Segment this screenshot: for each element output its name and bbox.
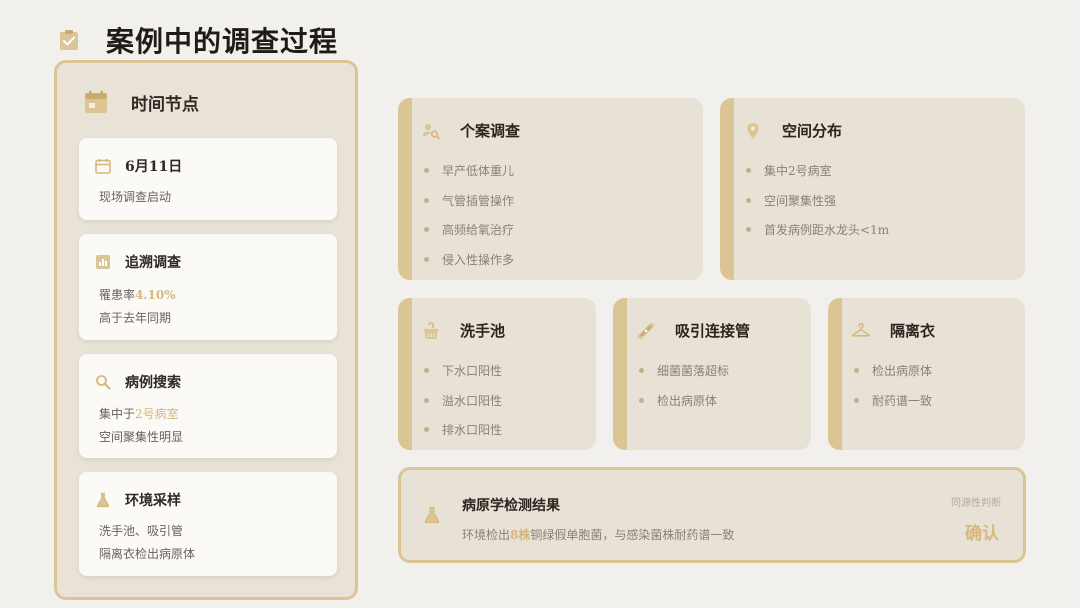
event-title: 病例搜索 — [125, 375, 181, 391]
list-item: 细菌菌落超标 — [639, 356, 729, 386]
timeline-title: 时间节点 — [131, 94, 199, 115]
event-line: 现场调查启动 — [99, 190, 172, 204]
event-line: 空间聚集性明显 — [99, 430, 184, 444]
event-title: 环境采样 — [125, 493, 181, 509]
person-search-icon — [422, 122, 440, 140]
card-title: 洗手池 — [460, 322, 506, 340]
result-panel: 病原学检测结果 环境检出8株铜绿假单胞菌，与感染菌株耐药谱一致 同源性判断 确认 — [398, 467, 1026, 563]
list-item: 早产低体重儿 — [424, 156, 514, 186]
accent-bar — [613, 298, 627, 450]
card-title: 个案调查 — [460, 122, 521, 140]
result-title: 病原学检测结果 — [462, 498, 560, 514]
list-item: 溢水口阳性 — [424, 386, 502, 416]
event-line: 罹患率4.10% — [99, 288, 176, 302]
list-item: 首发病例距水龙头<1m — [746, 215, 889, 245]
card-isolation-gown: 隔离衣 检出病原体 耐药谱一致 — [828, 298, 1025, 450]
card-title: 空间分布 — [782, 122, 843, 140]
page-title: 案例中的调查过程 — [106, 25, 339, 58]
list-item: 检出病原体 — [854, 356, 932, 386]
search-icon — [95, 374, 111, 390]
list-item: 高频给氧治疗 — [424, 215, 514, 245]
list-item: 空间聚集性强 — [746, 186, 889, 216]
accent-bar — [398, 298, 412, 450]
event-title: 追溯调查 — [125, 255, 181, 271]
verdict-value: 确认 — [965, 524, 999, 544]
timeline-header: 时间节点 — [83, 89, 199, 115]
card-list: 下水口阳性 溢水口阳性 排水口阳性 — [424, 356, 502, 445]
list-item: 集中2号病室 — [746, 156, 889, 186]
event-line: 集中于2号病室 — [99, 407, 179, 421]
tube-connector-icon — [637, 322, 655, 340]
incidence-rate-value: 4.10% — [135, 288, 176, 302]
event-card-search: 病例搜索 集中于2号病室 空间聚集性明显 — [79, 354, 337, 458]
event-line: 隔离衣检出病原体 — [99, 547, 196, 561]
card-list: 早产低体重儿 气管插管操作 高频给氧治疗 侵入性操作多 — [424, 156, 514, 274]
accent-bar — [720, 98, 734, 280]
event-card-sampling: 环境采样 洗手池、吸引管 隔离衣检出病原体 — [79, 472, 337, 576]
card-sink: 洗手池 下水口阳性 溢水口阳性 排水口阳性 — [398, 298, 596, 450]
sink-icon — [422, 321, 440, 340]
card-list: 集中2号病室 空间聚集性强 首发病例距水龙头<1m — [746, 156, 889, 245]
list-item: 气管插管操作 — [424, 186, 514, 216]
event-card-trace: 追溯调查 罹患率4.10% 高于去年同期 — [79, 234, 337, 340]
event-line: 洗手池、吸引管 — [99, 524, 184, 538]
room-highlight: 2号病室 — [135, 407, 179, 421]
card-suction-tube: 吸引连接管 细菌菌落超标 检出病原体 — [613, 298, 811, 450]
list-item: 检出病原体 — [639, 386, 729, 416]
page-header: 案例中的调查过程 — [58, 20, 338, 60]
verdict-label: 同源性判断 — [951, 498, 1001, 509]
card-case-investigation: 个案调查 早产低体重儿 气管插管操作 高频给氧治疗 侵入性操作多 — [398, 98, 703, 280]
calendar-icon — [95, 158, 111, 174]
clipboard-check-icon — [58, 29, 80, 51]
flask-icon — [95, 492, 111, 508]
event-line: 高于去年同期 — [99, 311, 172, 325]
calendar-icon — [83, 89, 109, 115]
flask-icon — [423, 506, 441, 524]
card-title: 吸引连接管 — [675, 322, 751, 340]
event-title: 6月11日 — [125, 159, 183, 175]
event-card-date: 6月11日 现场调查启动 — [79, 138, 337, 220]
bar-chart-icon — [95, 254, 111, 270]
card-list: 检出病原体 耐药谱一致 — [854, 356, 932, 415]
card-spatial-distribution: 空间分布 集中2号病室 空间聚集性强 首发病例距水龙头<1m — [720, 98, 1025, 280]
hanger-icon — [852, 322, 870, 340]
result-description: 环境检出8株铜绿假单胞菌，与感染菌株耐药谱一致 — [462, 528, 735, 542]
accent-bar — [828, 298, 842, 450]
timeline-panel: 时间节点 6月11日 现场调查启动 追溯调查 罹患率4.10% 高于去年同期 病… — [54, 60, 358, 600]
list-item: 耐药谱一致 — [854, 386, 932, 416]
list-item: 排水口阳性 — [424, 415, 502, 445]
accent-bar — [398, 98, 412, 280]
card-list: 细菌菌落超标 检出病原体 — [639, 356, 729, 415]
list-item: 下水口阳性 — [424, 356, 502, 386]
map-pin-icon — [744, 122, 762, 140]
card-title: 隔离衣 — [890, 322, 936, 340]
list-item: 侵入性操作多 — [424, 245, 514, 275]
strain-count: 8株 — [510, 528, 531, 542]
